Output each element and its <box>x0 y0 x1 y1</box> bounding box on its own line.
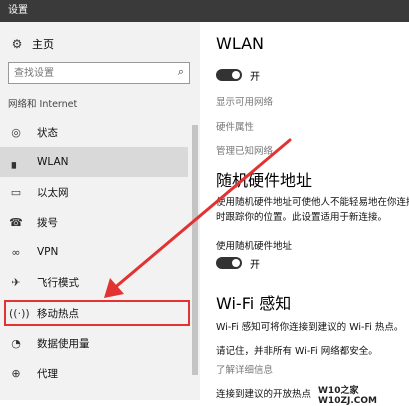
manage-known-networks-link[interactable]: 管理已知网络 <box>216 143 273 157</box>
random-hw-toggle[interactable] <box>216 257 242 269</box>
sidebar-item-ethernet[interactable]: ▭ 以太网 <box>0 177 188 207</box>
home-nav-item[interactable]: ⚙ 主页 <box>10 36 54 52</box>
watermark-text: W10之家 W10ZJ.COM <box>318 386 377 406</box>
status-icon: ◎ <box>11 125 21 139</box>
home-label: 主页 <box>32 38 54 51</box>
sidebar-item-label: 代理 <box>37 367 58 380</box>
sidebar-item-label: WLAN <box>37 156 69 168</box>
random-hw-description-2: 时跟踪你的位置。此设置适用于新连接。 <box>216 212 388 223</box>
random-hw-description-1: 使用随机硬件地址可使他人不能轻易地在你连接 <box>216 197 409 208</box>
sidebar-item-vpn[interactable]: ∞ VPN <box>0 237 188 267</box>
sidebar-item-label: 状态 <box>37 126 58 139</box>
wifi-signal-icon: ▖ <box>11 155 21 169</box>
wifi-sense-title: Wi-Fi 感知 <box>216 294 292 313</box>
wlan-title: WLAN <box>216 34 265 53</box>
wlan-toggle[interactable] <box>216 69 242 81</box>
main-pane: WLAN 开 显示可用网络 硬件属性 管理已知网络 随机硬件地址 使用随机硬件地… <box>200 22 409 400</box>
sidebar-item-status[interactable]: ◎ 状态 <box>0 117 188 147</box>
window-title: 设置 <box>8 5 28 16</box>
sidebar-item-hotspot[interactable]: ((·)) 移动热点 <box>0 298 188 328</box>
hardware-properties-link[interactable]: 硬件属性 <box>216 119 254 133</box>
sidebar-item-airplane[interactable]: ✈ 飞行模式 <box>0 267 188 297</box>
search-box[interactable]: ⌕ <box>8 62 190 84</box>
sidebar-item-proxy[interactable]: ⊕ 代理 <box>0 358 188 388</box>
sidebar-item-dialup[interactable]: ☎ 拨号 <box>0 207 188 237</box>
dialup-icon: ☎ <box>9 215 23 229</box>
wifi-sense-line-1: Wi-Fi 感知可将你连接到建议的 Wi-Fi 热点。 <box>216 322 404 333</box>
sidebar-item-label: 飞行模式 <box>37 276 79 289</box>
ethernet-icon: ▭ <box>10 185 22 199</box>
wifi-sense-line-2: 请记住，并非所有 Wi-Fi 网络都安全。 <box>216 346 378 357</box>
sidebar-item-data-usage[interactable]: ◔ 数据使用量 <box>0 328 188 358</box>
hotspot-icon: ((·)) <box>9 306 30 320</box>
vpn-icon: ∞ <box>11 245 21 259</box>
sidebar: ⚙ 主页 ⌕ 网络和 Internet ◎ 状态 ▖ WLAN ▭ 以太网 ☎ … <box>0 22 200 400</box>
sidebar-item-label: 拨号 <box>37 216 58 229</box>
airplane-icon: ✈ <box>11 275 21 289</box>
proxy-icon: ⊕ <box>11 366 21 380</box>
learn-more-link[interactable]: 了解详细信息 <box>216 362 273 376</box>
sidebar-scrollbar-thumb[interactable] <box>192 125 198 375</box>
connect-suggested-label: 连接到建议的开放热点 <box>216 389 312 400</box>
show-available-networks-link[interactable]: 显示可用网络 <box>216 94 273 108</box>
sidebar-item-label: 以太网 <box>37 186 69 199</box>
random-hw-setting-label: 使用随机硬件地址 <box>216 241 293 252</box>
window-titlebar: 设置 <box>0 0 409 22</box>
random-hw-title: 随机硬件地址 <box>216 171 313 190</box>
gear-icon: ⚙ <box>11 37 23 51</box>
sidebar-item-wlan[interactable]: ▖ WLAN <box>0 147 188 177</box>
section-title: 网络和 Internet <box>8 99 78 110</box>
data-usage-icon: ◔ <box>11 336 21 350</box>
random-hw-toggle-label: 开 <box>250 260 260 271</box>
wlan-toggle-label: 开 <box>250 72 260 83</box>
sidebar-item-label: 数据使用量 <box>37 337 90 350</box>
search-input[interactable] <box>9 66 166 80</box>
sidebar-item-label: VPN <box>37 246 59 258</box>
sidebar-item-label: 移动热点 <box>37 307 79 320</box>
search-icon[interactable]: ⌕ <box>178 65 184 79</box>
